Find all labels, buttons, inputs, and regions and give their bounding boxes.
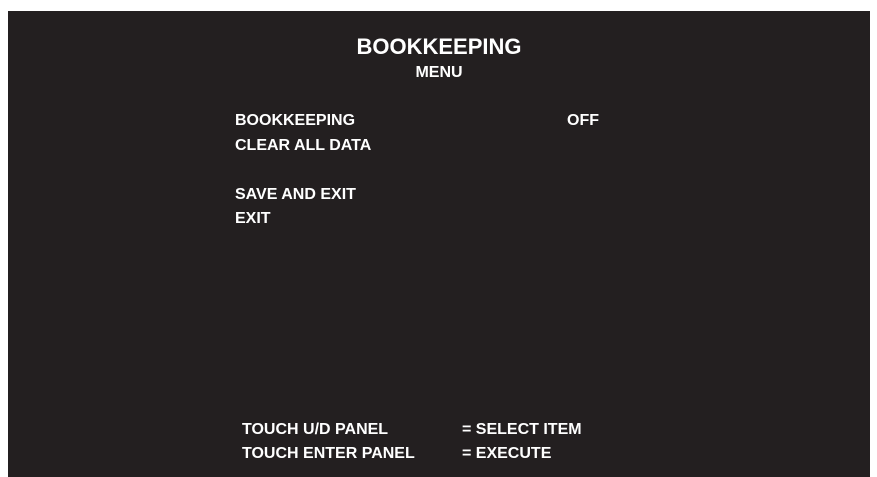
page-subtitle: MENU [415, 64, 463, 81]
menu-screen: BOOKKEEPING MENU BOOKKEEPING OFF CLEAR A… [8, 11, 870, 477]
footer-action-label: = EXECUTE [462, 445, 552, 462]
footer-instruction-execute: TOUCH ENTER PANEL = EXECUTE [242, 445, 551, 463]
menu-item-bookkeeping[interactable]: BOOKKEEPING [235, 112, 355, 130]
menu-item-save-and-exit[interactable]: SAVE AND EXIT [235, 186, 356, 204]
footer-instruction-select: TOUCH U/D PANEL = SELECT ITEM [242, 421, 582, 439]
footer-key-label: TOUCH ENTER PANEL [242, 445, 415, 462]
page-title: BOOKKEEPING [356, 34, 522, 59]
footer-action-label: = SELECT ITEM [462, 421, 582, 438]
bookkeeping-setting-value[interactable]: OFF [567, 112, 599, 130]
footer-key-label: TOUCH U/D PANEL [242, 421, 389, 438]
menu-item-exit[interactable]: EXIT [235, 210, 271, 228]
menu-item-clear-all-data[interactable]: CLEAR ALL DATA [235, 137, 371, 155]
